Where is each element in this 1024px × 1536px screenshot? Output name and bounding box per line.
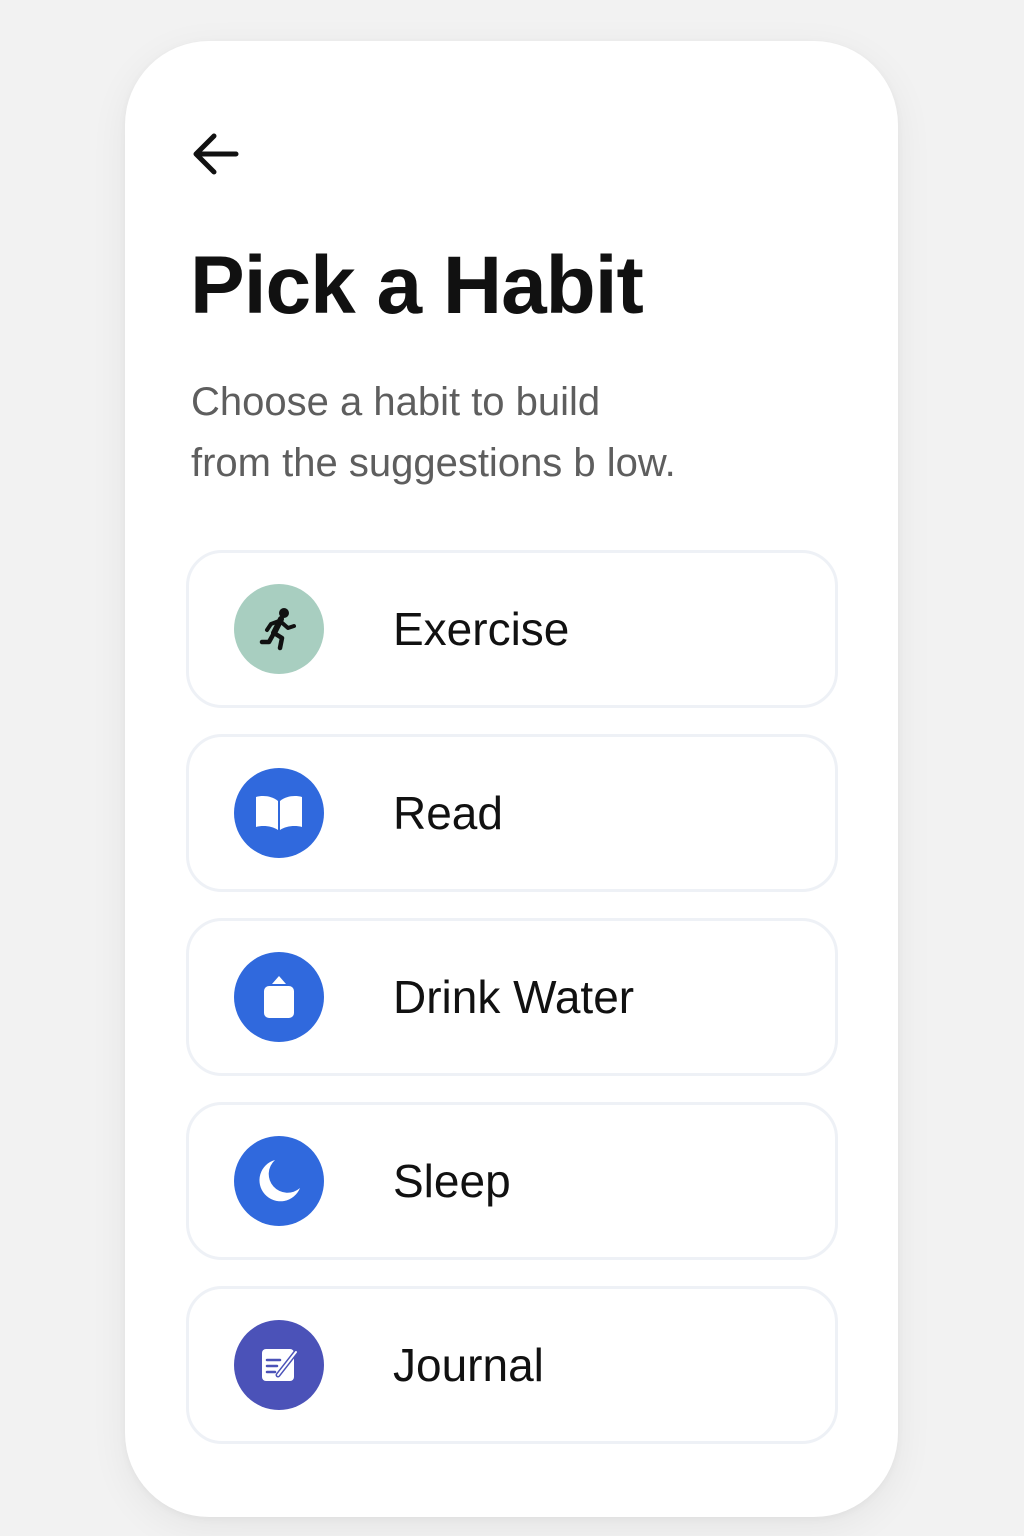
- journal-pen-icon: [234, 1320, 324, 1410]
- habit-label: Drink Water: [393, 971, 635, 1023]
- habit-card-exercise[interactable]: Exercise: [186, 550, 838, 708]
- subtitle-line: Choose a habit to build: [191, 380, 601, 424]
- page-title: Pick a Habit: [190, 240, 644, 331]
- running-person-glyph: [259, 608, 296, 651]
- journal-pen-glyph: [262, 1349, 299, 1381]
- habit-label: Read: [393, 787, 503, 839]
- back-button[interactable]: [190, 128, 246, 180]
- habit-card-drink-water[interactable]: Drink Water: [186, 918, 838, 1076]
- arrow-left-icon: [193, 133, 239, 175]
- crescent-moon-icon: [234, 1136, 324, 1226]
- habit-label: Exercise: [393, 603, 570, 655]
- crescent-moon-glyph: [259, 1160, 300, 1202]
- habit-label: Sleep: [393, 1155, 511, 1207]
- open-book-glyph: [256, 796, 302, 830]
- open-book-icon: [234, 768, 324, 858]
- habit-label: Journal: [393, 1339, 544, 1391]
- water-bottle-icon: [234, 952, 324, 1042]
- habit-card-sleep[interactable]: Sleep: [186, 1102, 838, 1260]
- water-bottle-glyph: [264, 976, 294, 1018]
- page-subtitle: Choose a habit to build from the suggest…: [191, 372, 791, 494]
- habit-list: Exercise Read Drink Water Sleep Journal: [186, 550, 838, 1444]
- habit-card-journal[interactable]: Journal: [186, 1286, 838, 1444]
- habit-card-read[interactable]: Read: [186, 734, 838, 892]
- running-person-icon: [234, 584, 324, 674]
- subtitle-line: from the suggestions b low.: [191, 441, 676, 485]
